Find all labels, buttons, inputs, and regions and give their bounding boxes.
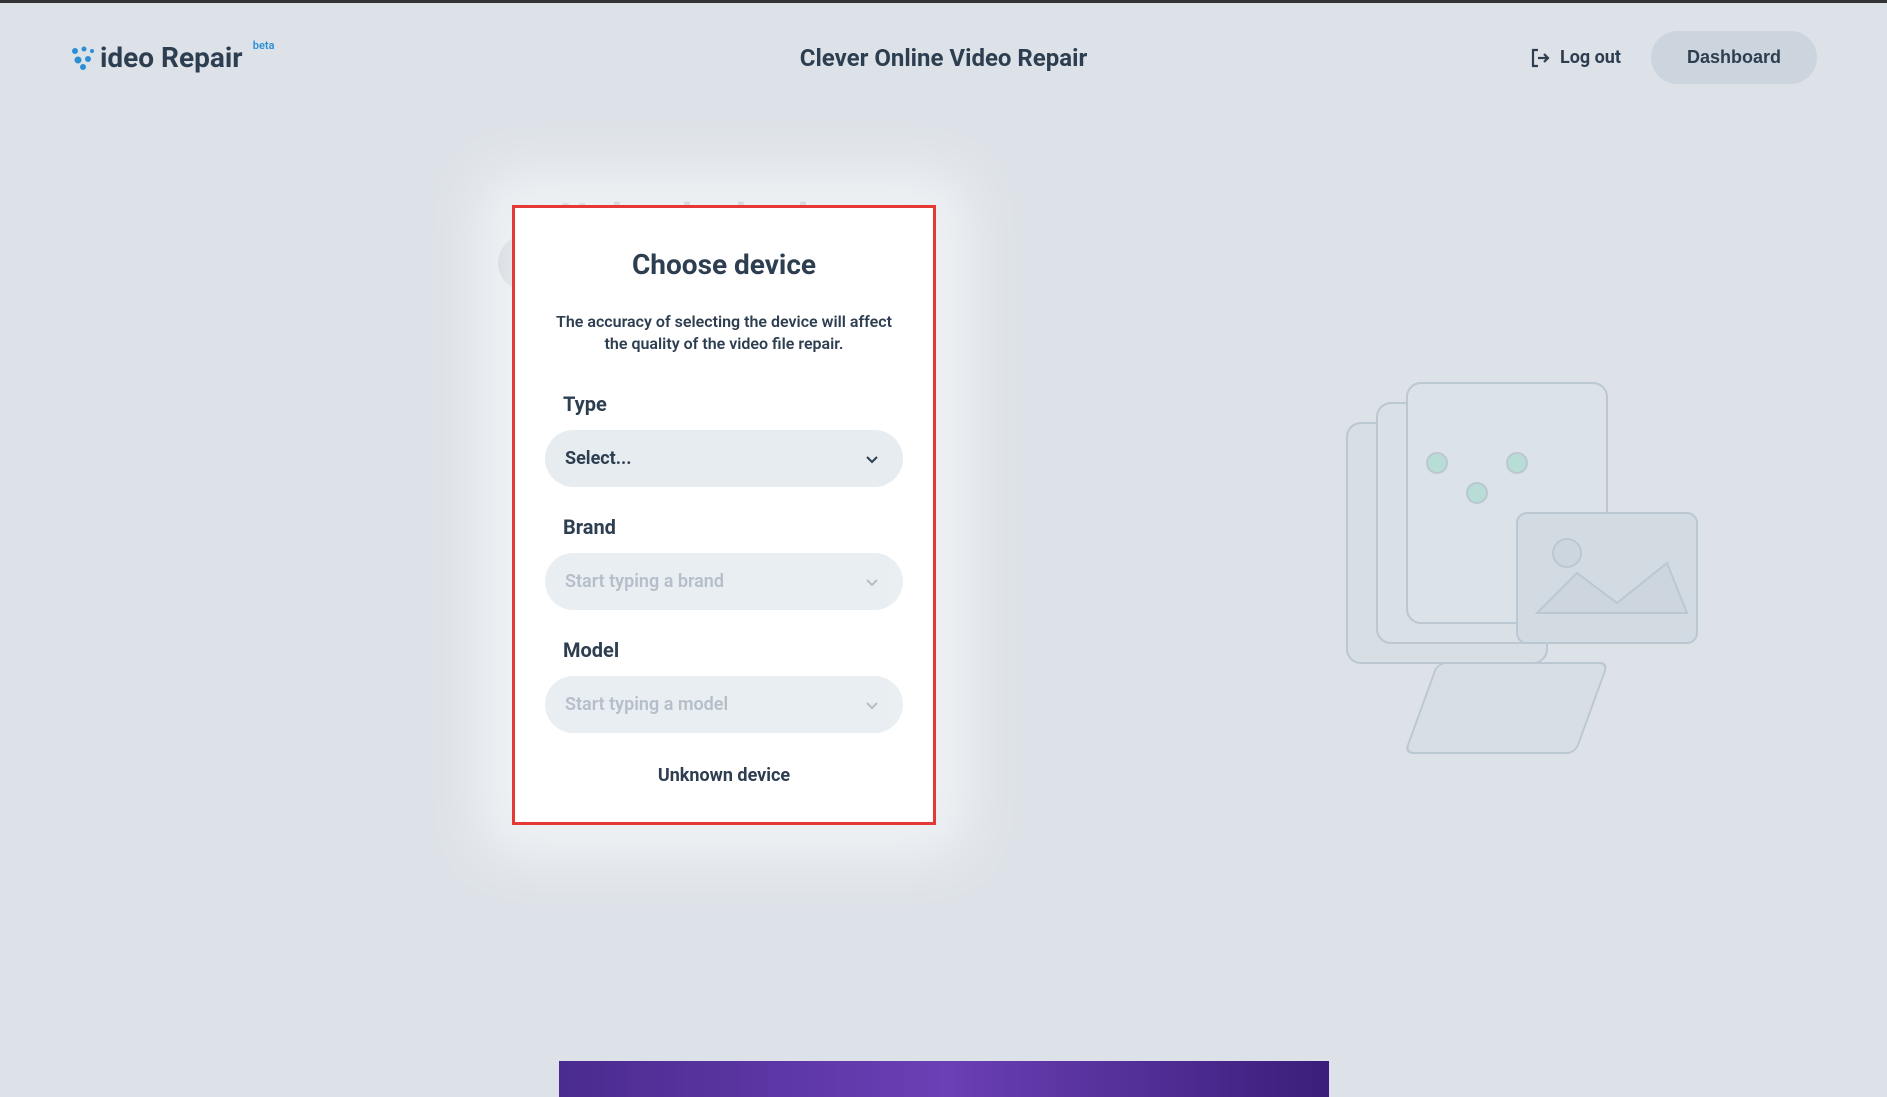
field-brand: Brand Start typing a brand xyxy=(545,515,903,610)
logo-text: ideo Repair xyxy=(100,41,243,74)
logo-icon xyxy=(70,45,96,71)
chevron-down-icon xyxy=(865,697,879,711)
model-label: Model xyxy=(545,638,903,662)
modal-title: Choose device xyxy=(545,248,903,281)
logo[interactable]: ideo Repair beta xyxy=(70,41,243,74)
logout-icon xyxy=(1530,48,1550,68)
chevron-down-icon xyxy=(865,574,879,588)
brand-label: Brand xyxy=(545,515,903,539)
logout-label: Log out xyxy=(1560,47,1621,68)
field-type: Type Select... xyxy=(545,392,903,487)
field-model: Model Start typing a model xyxy=(545,638,903,733)
dashboard-button[interactable]: Dashboard xyxy=(1651,31,1817,84)
page-title: Clever Online Video Repair xyxy=(800,44,1088,72)
model-select[interactable]: Start typing a model xyxy=(545,676,903,733)
brand-select-text: Start typing a brand xyxy=(565,571,724,592)
brand-select[interactable]: Start typing a brand xyxy=(545,553,903,610)
type-select-text: Select... xyxy=(565,448,631,469)
model-select-text: Start typing a model xyxy=(565,694,728,715)
background-illustration xyxy=(1287,363,1767,763)
header-actions: Log out Dashboard xyxy=(1530,31,1817,84)
type-select[interactable]: Select... xyxy=(545,430,903,487)
logo-beta-badge: beta xyxy=(253,39,275,52)
choose-device-modal: Choose device The accuracy of selecting … xyxy=(512,205,936,825)
logout-link[interactable]: Log out xyxy=(1530,47,1621,68)
type-label: Type xyxy=(545,392,903,416)
chevron-down-icon xyxy=(865,451,879,465)
header: ideo Repair beta Clever Online Video Rep… xyxy=(0,3,1887,112)
unknown-device-link[interactable]: Unknown device xyxy=(545,765,903,786)
bottom-promo-image xyxy=(559,1061,1329,1097)
modal-description: The accuracy of selecting the device wil… xyxy=(545,311,903,356)
